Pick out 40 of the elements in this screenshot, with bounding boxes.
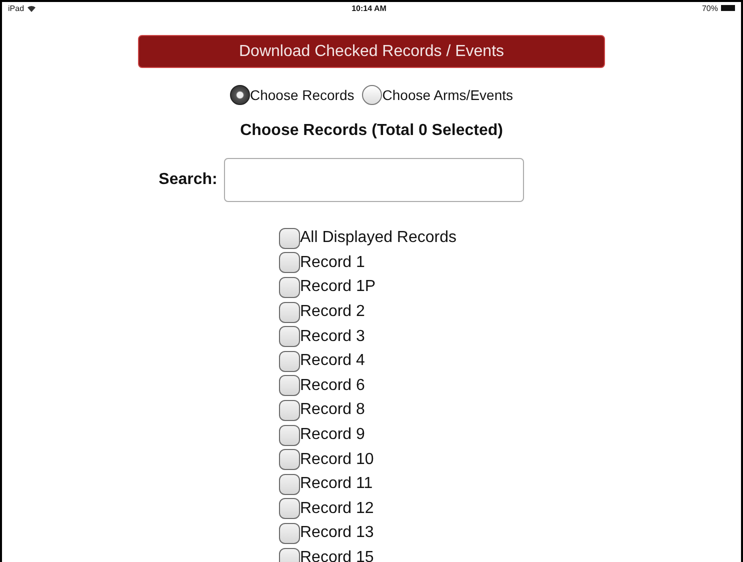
checkbox[interactable] [279,302,300,323]
record-option[interactable]: Record 6 [279,374,457,398]
record-option[interactable]: Record 1 [279,250,457,276]
search-label: Search: [158,171,218,189]
checkbox[interactable] [279,326,300,348]
checkbox[interactable] [279,449,300,470]
record-option[interactable]: Record 4 [279,348,457,374]
checkbox[interactable] [279,498,300,520]
status-time: 10:14 AM [352,4,386,12]
record-option[interactable]: Record 11 [279,472,457,497]
checkbox[interactable] [279,228,300,249]
download-button[interactable]: Download Checked Records / Events [138,35,605,68]
radio-button[interactable] [230,85,250,105]
device-name: iPad [8,4,24,12]
record-option[interactable]: Record 2 [279,300,457,324]
checkbox[interactable] [279,252,300,274]
search-field[interactable] [224,158,524,202]
record-option[interactable]: Record 8 [279,398,457,423]
record-option[interactable]: All Displayed Records [279,226,457,251]
mode-radio-option[interactable]: Choose Arms/Events [362,85,513,105]
checkbox[interactable] [279,474,300,495]
checkbox[interactable] [279,350,300,372]
wifi-icon [27,4,36,12]
battery-percent: 70% [702,4,718,12]
record-option[interactable]: Record 3 [279,324,457,349]
record-option[interactable]: Record 15 [279,546,457,562]
section-heading: Choose Records (Total 0 Selected) [240,122,503,140]
record-option[interactable]: Record 1P [279,275,457,300]
record-option[interactable]: Record 13 [279,521,457,546]
checkbox[interactable] [279,400,300,421]
checkbox[interactable] [279,522,300,544]
mode-radio-option[interactable]: Choose Records [230,85,354,105]
checkbox[interactable] [279,424,300,446]
checkbox[interactable] [279,276,300,298]
battery-icon [720,5,735,11]
record-option[interactable]: Record 10 [279,447,457,472]
checkbox[interactable] [279,375,300,396]
record-option[interactable]: Record 9 [279,422,457,448]
radio-button[interactable] [362,85,382,105]
record-option[interactable]: Record 12 [279,496,457,522]
